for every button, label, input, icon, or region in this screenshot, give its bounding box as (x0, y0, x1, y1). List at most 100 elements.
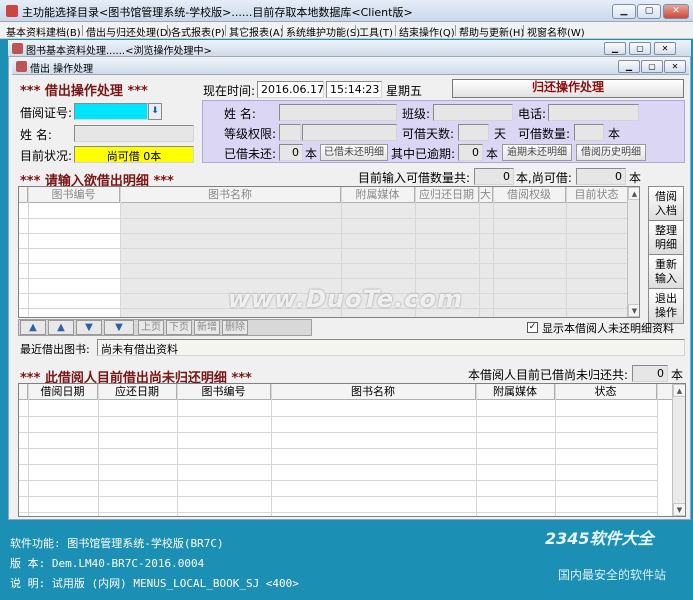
unreturned-grid[interactable]: 借阅日期 应还日期 图书编号 图书名称 附属媒体 状态 ▲ ▼ (18, 383, 686, 517)
menu-help[interactable]: 帮助与更新(H) (459, 24, 524, 39)
unreturned-count-field: 0 (632, 365, 668, 382)
borrow-maximize-button[interactable]: ▢ (641, 60, 663, 73)
borrow-grid-scrollbar[interactable]: ▲ ▼ (627, 187, 639, 317)
info-qty-label: 可借数量: (518, 127, 571, 141)
menu-other-reports[interactable]: 其它报表(A) (229, 24, 284, 39)
menu-separator (167, 25, 168, 36)
child-window-icon (16, 61, 27, 72)
col-book-id[interactable]: 图书编号 (177, 384, 271, 400)
col-size[interactable]: 大 (479, 187, 493, 203)
col-current-status[interactable]: 目前状态 (566, 187, 628, 203)
borrow-section-title: *** 借出操作处理 *** (20, 84, 148, 99)
col-borrow-date[interactable]: 借阅日期 (28, 384, 98, 400)
nav-first-button[interactable]: ▲ (20, 320, 46, 335)
app-icon (6, 5, 18, 17)
next-page-button[interactable]: 下页 (166, 320, 192, 335)
borrow-remain-field: 0 (576, 168, 626, 185)
overdue-detail-button[interactable]: 逾期未还明细 (502, 144, 572, 161)
maximize-button[interactable]: ▢ (637, 4, 661, 19)
menu-window[interactable]: 视窗名称(W) (527, 24, 585, 39)
child-close-button[interactable]: ✕ (654, 42, 676, 55)
add-record-button[interactable]: 新增 (194, 320, 220, 335)
col-book-title[interactable]: 图书名称 (271, 384, 476, 400)
show-unreturned-checkbox[interactable]: ✓ (527, 322, 538, 333)
col-borrow-level[interactable]: 借阅权级 (493, 187, 566, 203)
scroll-down-icon[interactable]: ▼ (673, 503, 685, 516)
menu-separator (282, 25, 283, 36)
col-book-number[interactable]: 图书编号 (28, 187, 120, 203)
borrow-grid-header: 图书编号 图书名称 附属媒体 应归还日期 大 借阅权级 目前状态 (19, 187, 639, 203)
recent-books-label: 最近借出图书: (20, 343, 90, 356)
info-unreturned-field: 0 (279, 144, 303, 161)
unreturned-detail-button[interactable]: 已借未还明细 (320, 144, 388, 161)
scroll-up-icon[interactable]: ▲ (673, 384, 685, 397)
borrower-name-field (74, 125, 194, 142)
menu-bar: 基本资料建档(B) 借出与归还处理(D) 各式报表(P) 其它报表(A) 系统维… (0, 22, 693, 39)
software-function-line: 软件功能: 图书馆管理系统-学校版(BR7C) (10, 537, 224, 550)
borrow-history-button[interactable]: 借阅历史明细 (576, 144, 646, 161)
main-titlebar: 主功能选择目录<图书馆管理系统-学校版>......目前存取本地数据库<Clie… (0, 0, 693, 22)
menu-system-maintenance[interactable]: 系统维护功能(S) (286, 24, 360, 39)
nav-next-button[interactable]: ▼ (76, 320, 102, 335)
info-unreturned-label: 已借未还: (224, 147, 277, 161)
scroll-up-icon[interactable]: ▲ (628, 187, 639, 200)
child-minimize-button[interactable]: ▁ (604, 42, 626, 55)
borrow-count-field: 0 (474, 168, 514, 185)
grid-row-selector-header (19, 187, 28, 203)
child-maximize-button[interactable]: ▢ (629, 42, 651, 55)
borrow-minimize-button[interactable]: ▁ (618, 60, 640, 73)
menu-separator (523, 25, 524, 36)
re-enter-button[interactable]: 重新 输入 (648, 254, 684, 290)
exit-operation-button[interactable]: 退出 操作 (648, 288, 684, 324)
unreturned-grid-scrollbar[interactable]: ▲ ▼ (672, 384, 685, 516)
return-processing-button[interactable]: 归还操作处理 (452, 79, 684, 98)
prev-page-button[interactable]: 上页 (138, 320, 164, 335)
info-name-field (279, 104, 397, 121)
exit-operation-line2: 操作 (655, 306, 677, 319)
menu-separator (395, 25, 396, 36)
recent-books-field: 尚未有借出资料 (97, 339, 685, 356)
borrow-count-label: 目前输入可借数量共: (358, 171, 471, 185)
brand-slogan: 国内最安全的软件站 (558, 568, 667, 582)
card-dropdown-icon[interactable]: ⬇ (148, 103, 162, 120)
info-days-field (458, 124, 489, 141)
menu-reports[interactable]: 各式报表(P) (171, 24, 225, 39)
col-return-date[interactable]: 应还日期 (98, 384, 177, 400)
menu-exit[interactable]: 结束操作(Q) (399, 24, 455, 39)
child-window-borrow-title: 借出 操作处理 (30, 64, 94, 75)
close-button[interactable]: ✕ (663, 4, 689, 19)
menu-basic-data[interactable]: 基本资料建档(B) (6, 24, 81, 39)
col-media[interactable]: 附属媒体 (341, 187, 415, 203)
borrow-save-line2: 入档 (655, 204, 677, 217)
col-attached-media[interactable]: 附属媒体 (476, 384, 555, 400)
current-time-field: 15:14:23 (326, 81, 382, 98)
menu-tools[interactable]: 工具(T) (359, 24, 393, 39)
unreturned-count-label: 本借阅人目前已借尚未归还共: (468, 368, 629, 382)
scroll-down-icon[interactable]: ▼ (628, 304, 639, 317)
minimize-button[interactable]: ▁ (612, 4, 636, 19)
menu-borrow-return[interactable]: 借出与归还处理(D) (86, 24, 172, 39)
info-phone-field (548, 104, 639, 121)
menu-separator (455, 25, 456, 36)
info-qty-field (574, 124, 604, 141)
organize-detail-line2: 明细 (655, 238, 677, 251)
child-window-book-titlebar: 图书基本资料处理......<浏览操作处理中> ▁ ▢ ✕ (8, 40, 691, 57)
info-overdue-unit: 本 (486, 147, 499, 161)
info-days-label: 可借天数: (402, 127, 455, 141)
now-time-label: 现在时间: (203, 84, 256, 98)
col-status[interactable]: 状态 (555, 384, 657, 400)
borrow-close-button[interactable]: ✕ (664, 60, 686, 73)
col-book-name[interactable]: 图书名称 (120, 187, 341, 203)
card-number-input[interactable] (74, 103, 148, 120)
info-unreturned-unit: 本 (305, 147, 318, 161)
borrow-save-button[interactable]: 借阅 入档 (648, 186, 684, 222)
nav-last-button[interactable]: ▼ (104, 320, 134, 335)
info-level-field (302, 124, 397, 141)
organize-detail-button[interactable]: 整理 明细 (648, 220, 684, 256)
duote-watermark: www.DuoTe.com (228, 285, 463, 313)
delete-record-button[interactable]: 删除 (222, 320, 248, 335)
borrow-count-unit: 本,尚可借: (516, 171, 572, 185)
nav-prev-button[interactable]: ▲ (48, 320, 74, 335)
col-due-date[interactable]: 应归还日期 (415, 187, 479, 203)
info-phone-label: 电话: (518, 107, 547, 121)
